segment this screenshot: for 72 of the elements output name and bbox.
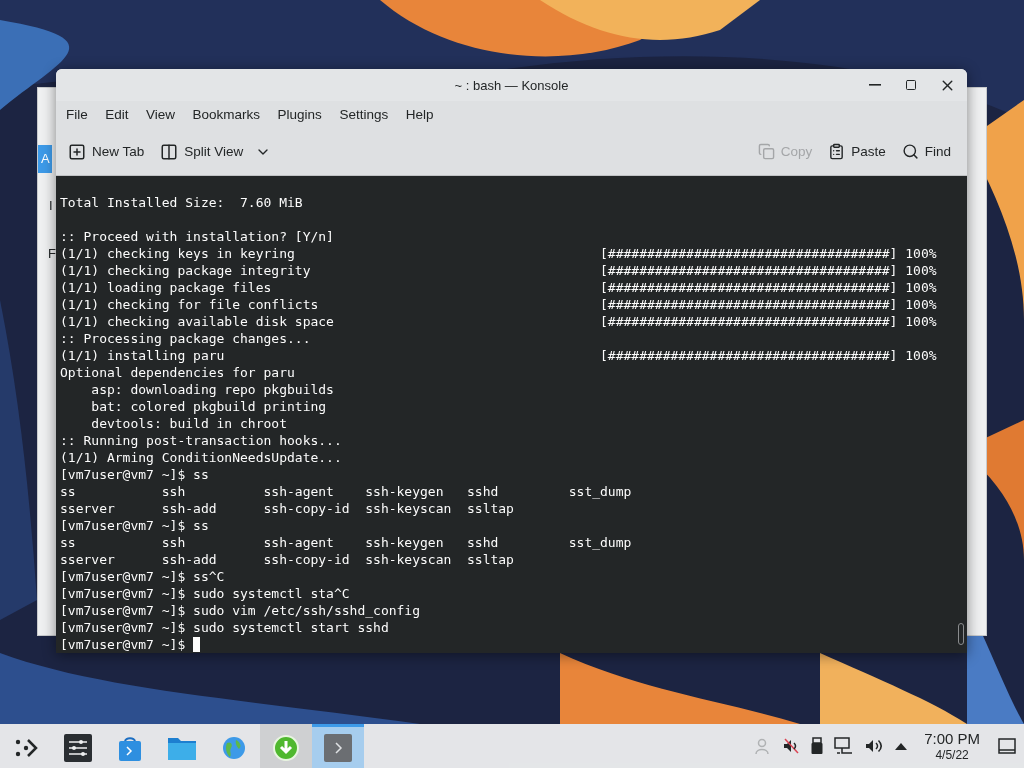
terminal-line: (1/1) checking for file conflicts [60,296,320,313]
terminal-line: (1/1) checking available disk space [60,313,335,330]
terminal-line: sserver ssh-add ssh-copy-id ssh-keyscan ssltap [60,551,514,568]
menu-item[interactable]: Edit [97,104,137,125]
globe-icon [221,734,247,761]
header-strip [38,145,52,173]
usb-drive-icon [810,737,825,755]
terminal-line: :: Proceed with installation? [Y/n] [60,228,334,245]
terminal-line: [vm7user@vm7 ~]$ ss^C [60,568,225,585]
new-tab-icon [68,142,86,161]
minimize-icon [869,84,881,86]
terminal-line: [vm7user@vm7 ~]$ ss [60,466,209,483]
progress-bar-text: [####################################] 100% [600,279,937,296]
window-title: ~ : bash — Konsole [454,77,569,93]
terminal-prompt: [vm7user@vm7 ~]$ [60,636,187,653]
menu-item[interactable]: Bookmarks [184,104,269,125]
search-icon [901,143,919,160]
terminal-line: Optional dependencies for paru [60,364,295,381]
terminal-line: Total Installed Size: 7.60 MiB [60,194,303,211]
menu-item[interactable]: Settings [331,104,397,125]
maximize-icon [905,79,917,91]
clipboard-icon [828,143,846,160]
terminal-line: :: Running post-transaction hooks... [60,432,342,449]
menu-item[interactable]: File [58,104,96,125]
split-view-button[interactable]: Split View [154,138,278,165]
tray-button[interactable] [782,737,801,755]
progress-bar-text: [####################################] 100% [600,245,937,262]
progress-bar-text: [####################################] 100% [600,296,937,313]
network-icon [834,737,855,755]
find-button[interactable]: Find [895,139,957,164]
menu-item[interactable]: Help [397,104,442,125]
expand-arrow-icon [894,741,909,751]
new-tab-button[interactable]: New Tab [62,138,151,165]
copy-icon [757,143,775,160]
scrollbar-thumb[interactable] [958,623,964,645]
terminal-line: (1/1) checking keys in keyring [60,245,296,262]
terminal-line: sserver ssh-add ssh-copy-id ssh-keyscan ssltap [60,500,514,517]
progress-bar-text: [####################################] 100% [600,313,937,330]
text-cursor [193,637,201,652]
text-fragment: I [49,198,53,213]
terminal-line: [vm7user@vm7 ~]$ ss [60,517,209,534]
tray-button[interactable] [894,741,909,751]
terminal-line: asp: downloading repo pkgbuilds [90,381,334,398]
terminal-line: [vm7user@vm7 ~]$ sudo vim /etc/ssh/sshd_config [60,602,421,619]
tray-button[interactable] [834,737,855,755]
terminal-line: (1/1) installing paru [60,347,226,364]
clock-date[interactable]: 4/5/22 [935,748,969,762]
clock-time[interactable]: 7:00 PM [924,730,980,748]
tray-button[interactable] [810,737,825,755]
terminal-line: bat: colored pkgbuild printing [90,398,327,415]
menu-item[interactable]: View [138,104,184,125]
text-fragment: A [41,151,50,166]
progress-bar-text: [####################################] 100% [600,262,937,279]
paste-button[interactable]: Paste [822,139,892,164]
terminal-line: [vm7user@vm7 ~]$ sudo systemctl start sshd [60,619,389,636]
download-icon [272,733,300,762]
terminal-line: [vm7user@vm7 ~]$ sudo systemctl sta^C [60,585,350,602]
terminal-line: devtools: build in chroot [90,415,287,432]
menu-item[interactable]: Plugins [269,104,330,125]
terminal-line: (1/1) loading package files [60,279,273,296]
split-view-icon [160,142,179,161]
terminal-line: ss ssh ssh-agent ssh-keygen sshd sst_dump [60,534,632,551]
text-fragment: F [48,246,56,261]
terminal-line: ss ssh ssh-agent ssh-keygen sshd sst_dump [60,483,632,500]
terminal-line: :: Processing package changes... [60,330,311,347]
muted-speaker-icon [782,737,801,755]
progress-bar-text: [####################################] 100% [600,347,937,364]
terminal-line: (1/1) Arming ConditionNeedsUpdate... [60,449,342,466]
terminal-line: (1/1) checking package integrity [60,262,312,279]
terminal-icon [324,733,352,762]
show-desktop-icon[interactable] [998,738,1016,754]
sliders-icon [64,733,92,762]
